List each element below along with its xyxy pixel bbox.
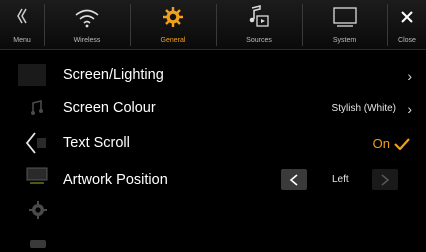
setting-title: Text Scroll: [63, 135, 130, 151]
tab-menu[interactable]: Menu: [0, 0, 44, 50]
menu-icon: [17, 8, 27, 24]
tab-system[interactable]: System: [303, 0, 386, 50]
tab-close[interactable]: Close: [388, 0, 426, 50]
tab-wireless-label: Wireless: [73, 37, 101, 44]
toggle-state: On: [372, 136, 390, 151]
setting-title: Artwork Position: [63, 172, 168, 188]
chevron-left-icon[interactable]: [24, 132, 48, 154]
setting-title: Screen Colour: [63, 100, 156, 116]
setting-row-text-scroll[interactable]: Text Scroll On: [52, 128, 426, 159]
chevron-left-icon: [289, 174, 298, 186]
setting-row-artwork-position[interactable]: Artwork Position Left: [52, 165, 426, 196]
settings-gear-icon[interactable]: [28, 200, 48, 220]
wireless-icon: [75, 9, 99, 28]
next-option-button[interactable]: [372, 169, 398, 190]
left-category-rail: [0, 50, 52, 252]
setting-row-screen-colour[interactable]: Screen Colour Stylish (White) ›: [52, 93, 426, 124]
display-setting-icon[interactable]: [26, 166, 48, 186]
tab-system-label: System: [332, 37, 357, 44]
top-navigation-bar: Menu Wireless General Sources System Clo…: [0, 0, 426, 50]
tab-wireless[interactable]: Wireless: [45, 0, 129, 50]
chevron-right-icon: [381, 174, 390, 186]
music-source-icon: [249, 5, 269, 27]
setting-value: Left: [332, 174, 349, 185]
car-icon[interactable]: [28, 238, 48, 250]
tab-menu-label: Menu: [13, 37, 31, 44]
music-note-icon[interactable]: [30, 100, 44, 116]
tab-sources[interactable]: Sources: [217, 0, 301, 50]
monitor-icon: [332, 7, 357, 27]
rail-item-blank[interactable]: [18, 64, 46, 86]
tab-general[interactable]: General: [131, 0, 215, 50]
setting-value: Stylish (White): [331, 103, 396, 114]
chevron-right-icon: ›: [407, 101, 412, 117]
close-icon: [401, 11, 413, 23]
gear-icon: [163, 7, 183, 27]
previous-option-button[interactable]: [281, 169, 307, 190]
setting-title: Screen/Lighting: [63, 67, 164, 83]
tab-close-label: Close: [398, 37, 416, 44]
chevron-right-icon: ›: [407, 68, 412, 84]
tab-sources-label: Sources: [246, 37, 272, 44]
checkmark-icon[interactable]: [394, 138, 410, 150]
tab-general-label: General: [160, 37, 186, 44]
setting-row-screen-lighting[interactable]: Screen/Lighting ›: [52, 60, 426, 91]
